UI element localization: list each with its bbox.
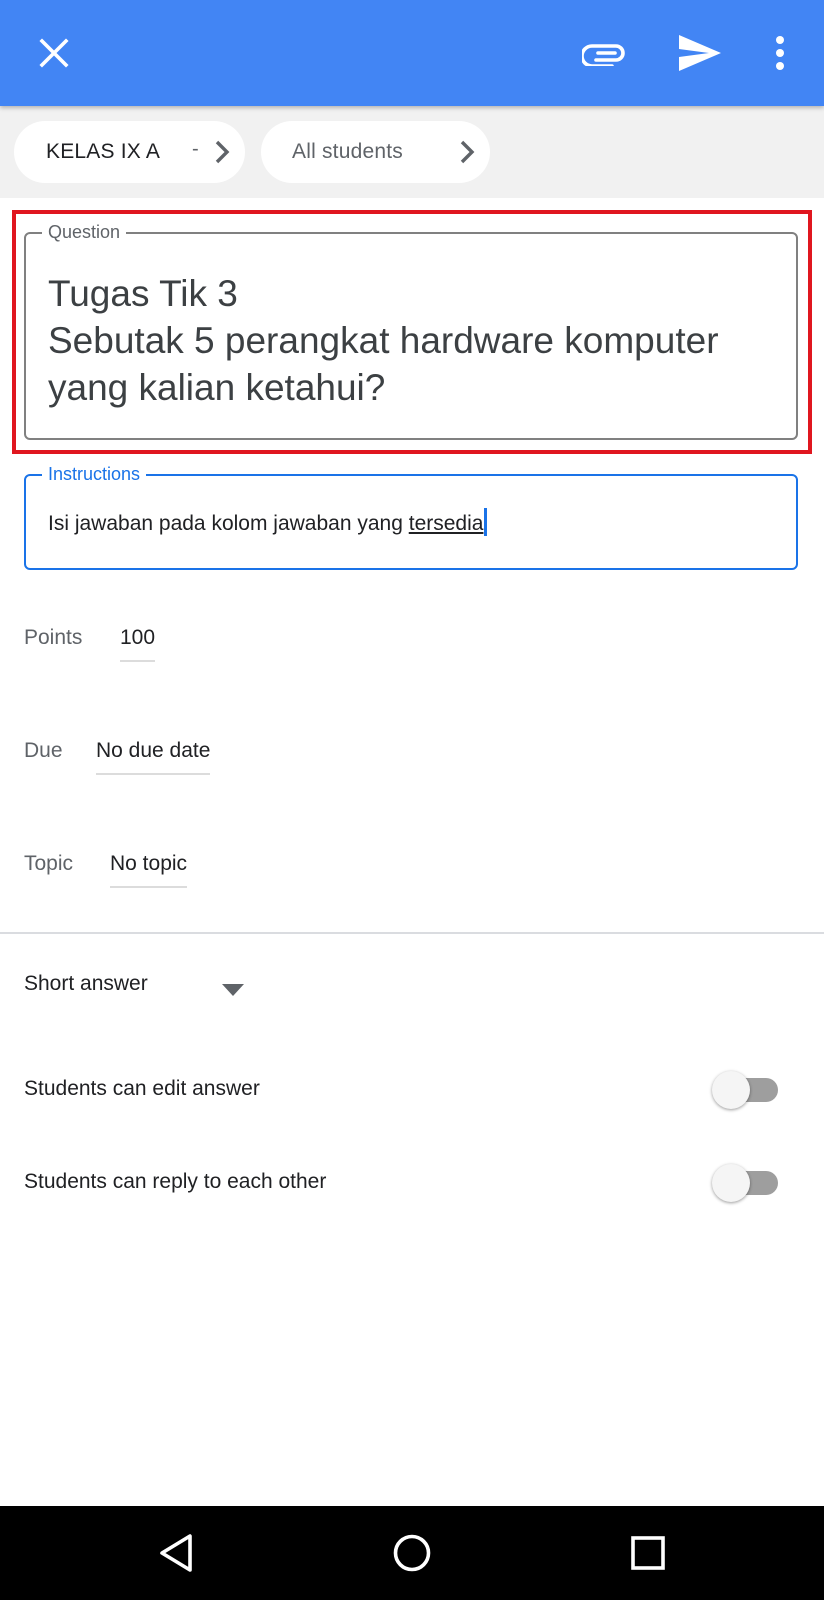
attach-icon bbox=[582, 44, 625, 66]
due-date-picker[interactable]: No due date bbox=[96, 739, 211, 775]
edit-answer-toggle[interactable] bbox=[712, 1070, 780, 1110]
instructions-field[interactable]: Instructions Isi jawaban pada kolom jawa… bbox=[24, 463, 798, 570]
recents-button[interactable] bbox=[618, 1523, 678, 1583]
answer-type-value: Short answer bbox=[24, 972, 148, 995]
question-text[interactable]: Tugas Tik 3 Sebutak 5 perangkat hardware… bbox=[48, 270, 788, 411]
answer-type-dropdown[interactable]: Short answer bbox=[24, 972, 254, 1006]
class-chip[interactable]: KELAS IX A - bbox=[14, 121, 245, 183]
recents-icon bbox=[631, 1536, 665, 1570]
more-vert-icon bbox=[776, 36, 784, 70]
chevron-right-icon bbox=[215, 140, 230, 164]
class-chip-separator: - bbox=[192, 138, 199, 160]
due-label: Due bbox=[24, 739, 63, 762]
home-button[interactable] bbox=[382, 1523, 442, 1583]
topic-selector[interactable]: No topic bbox=[110, 852, 188, 888]
points-input[interactable]: 100 bbox=[120, 626, 156, 662]
class-chip-label: KELAS IX A bbox=[46, 140, 161, 163]
home-icon bbox=[393, 1534, 431, 1572]
top-app-bar bbox=[0, 0, 824, 106]
close-icon bbox=[39, 38, 69, 68]
send-button[interactable] bbox=[670, 23, 730, 83]
students-chip-label: All students bbox=[292, 140, 403, 163]
section-divider bbox=[0, 932, 824, 934]
question-field[interactable]: Question Tugas Tik 3 Sebutak 5 perangkat… bbox=[24, 221, 798, 440]
system-navigation-bar bbox=[0, 1506, 824, 1600]
points-label: Points bbox=[24, 626, 83, 649]
dropdown-arrow-icon bbox=[222, 984, 244, 996]
edit-answer-label: Students can edit answer bbox=[24, 1077, 260, 1100]
attach-button[interactable] bbox=[574, 23, 634, 83]
instructions-text-plain: Isi jawaban pada kolom jawaban yang bbox=[48, 512, 409, 535]
audience-selector-row: KELAS IX A - All students bbox=[0, 106, 824, 198]
chevron-right-icon bbox=[460, 140, 475, 164]
send-icon bbox=[679, 35, 721, 71]
close-button[interactable] bbox=[24, 23, 84, 83]
toggle-thumb bbox=[712, 1164, 750, 1202]
back-button[interactable] bbox=[146, 1523, 206, 1583]
more-options-button[interactable] bbox=[750, 23, 810, 83]
text-cursor bbox=[484, 508, 488, 536]
students-chip[interactable]: All students bbox=[261, 121, 490, 183]
reply-each-other-toggle[interactable] bbox=[712, 1163, 780, 1203]
instructions-label: Instructions bbox=[42, 463, 147, 485]
toggle-thumb bbox=[712, 1071, 750, 1109]
instructions-text-composing: tersedia bbox=[408, 512, 484, 535]
question-label: Question bbox=[42, 221, 127, 243]
topic-label: Topic bbox=[24, 852, 74, 875]
back-icon bbox=[160, 1534, 192, 1572]
reply-each-other-label: Students can reply to each other bbox=[24, 1170, 327, 1193]
instructions-text[interactable]: Isi jawaban pada kolom jawaban yang ters… bbox=[48, 508, 488, 538]
